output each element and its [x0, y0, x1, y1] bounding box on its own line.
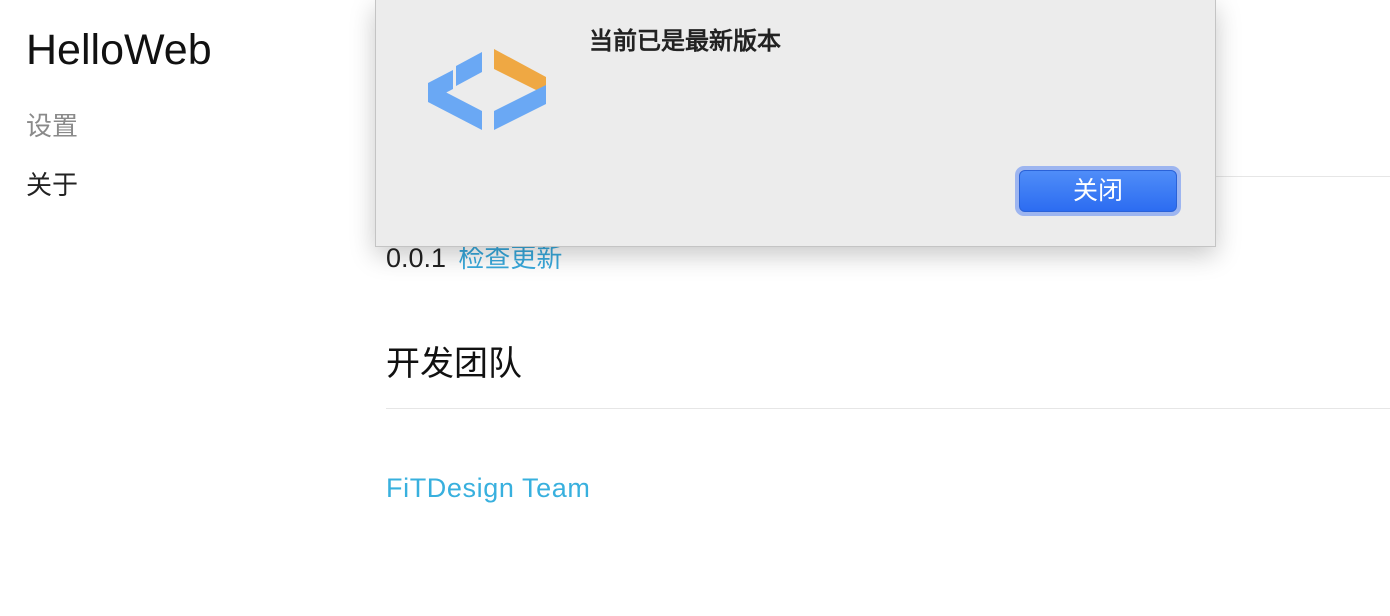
team-section-title: 开发团队 [386, 344, 522, 384]
section-divider [386, 408, 1390, 409]
app-title: HelloWeb [26, 26, 212, 74]
app-logo-icon [428, 46, 552, 132]
version-number: 0.0.1 [386, 243, 447, 273]
sidebar-item-about[interactable]: 关于 [26, 169, 78, 203]
update-dialog: 当前已是最新版本 关闭 [375, 0, 1216, 247]
check-update-link[interactable]: 检查更新 [458, 244, 562, 274]
app-window: HelloWeb 设置 关于 0.0.1 检查更新 开发团队 FiTDesign… [0, 0, 1390, 616]
team-link[interactable]: FiTDesign Team [386, 470, 590, 506]
dialog-message: 当前已是最新版本 [589, 27, 781, 55]
sidebar: HelloWeb 设置 关于 [0, 0, 360, 616]
sidebar-item-settings[interactable]: 设置 [26, 110, 78, 144]
close-button-label: 关闭 [1019, 170, 1177, 212]
close-button[interactable]: 关闭 [1015, 166, 1181, 216]
